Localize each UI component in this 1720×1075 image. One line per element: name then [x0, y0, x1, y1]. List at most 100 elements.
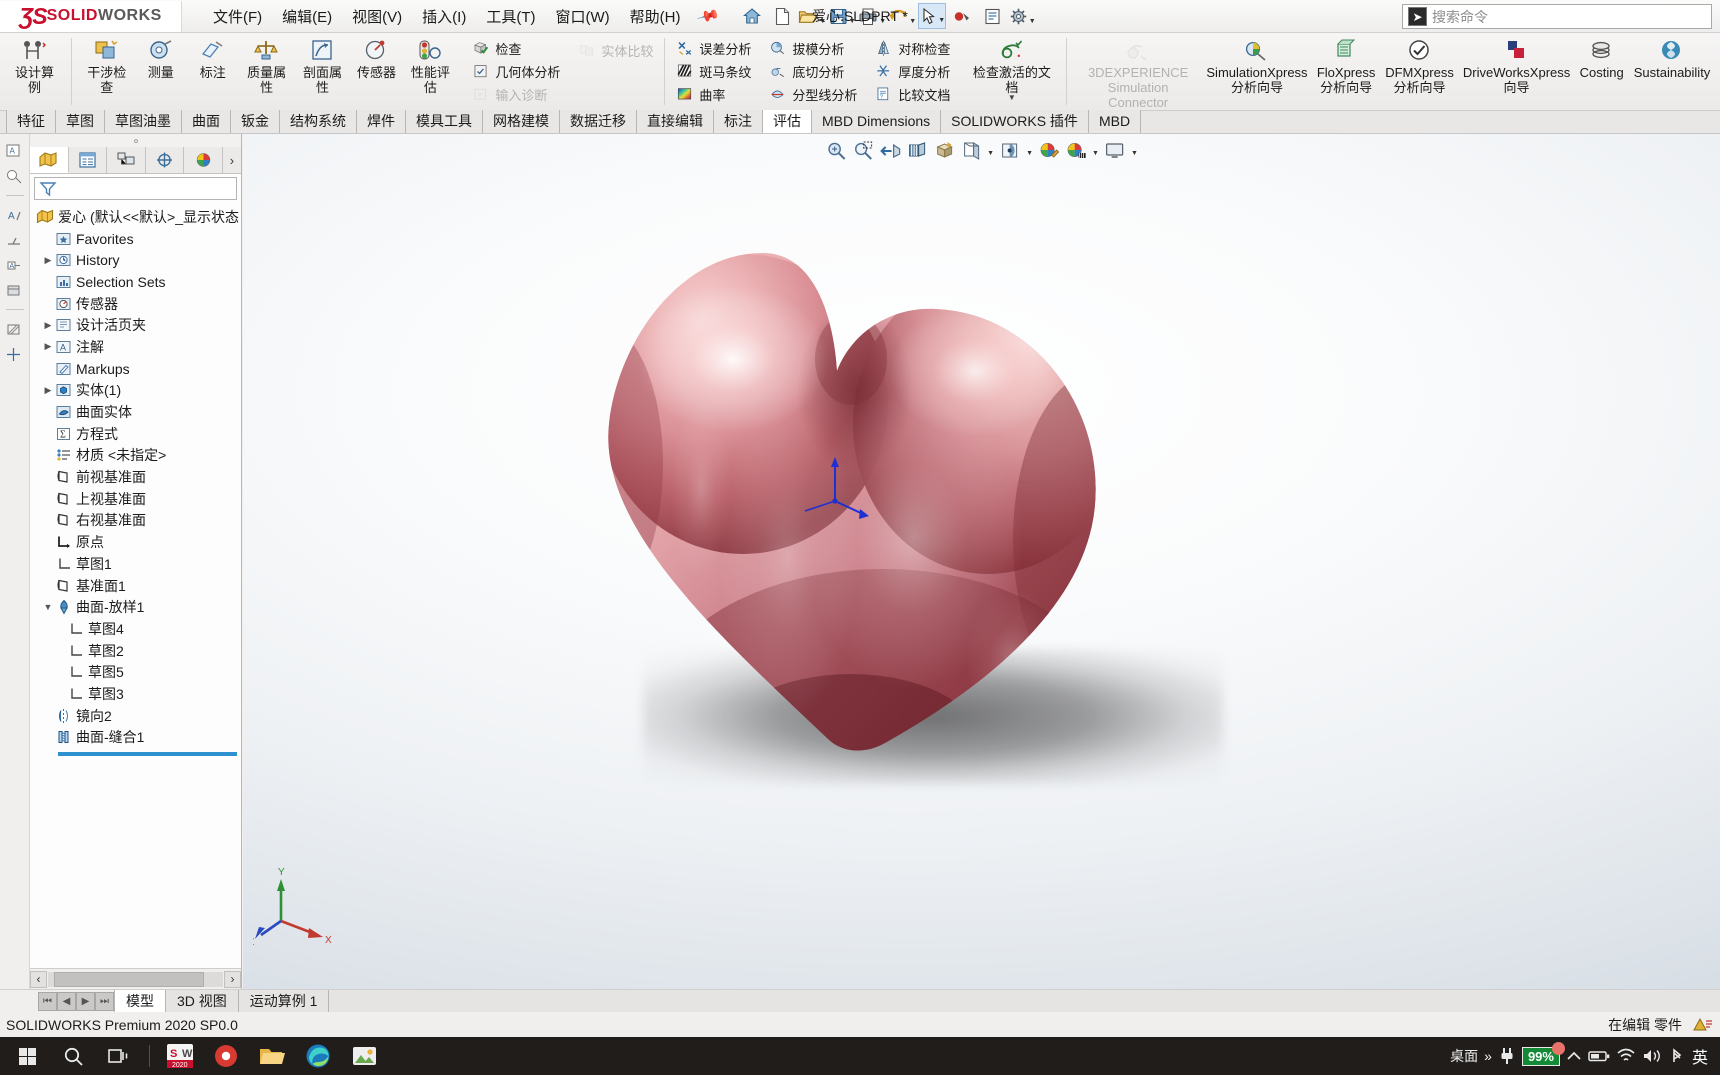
rebuild-icon[interactable]	[948, 3, 976, 29]
battery-status-icon[interactable]	[1588, 1049, 1610, 1063]
photos-app-icon[interactable]	[341, 1037, 387, 1075]
tab-data-migration[interactable]: 数据迁移	[560, 110, 637, 133]
tree-item[interactable]: 前视基准面	[30, 466, 241, 488]
hatch-icon[interactable]	[5, 320, 25, 338]
solidworks-taskbar-icon[interactable]: SW2020	[157, 1037, 203, 1075]
wifi-icon[interactable]	[1616, 1048, 1636, 1064]
print-icon[interactable]: ▼	[858, 3, 886, 29]
deviation-analysis-button[interactable]: 误差分析	[671, 37, 756, 60]
options-dropdown-carat[interactable]: ▼	[1029, 18, 1036, 25]
heart-surface-model[interactable]	[573, 239, 1173, 769]
tab-solidworks-addins[interactable]: SOLIDWORKS 插件	[941, 110, 1089, 133]
hide-show-items-icon[interactable]	[997, 138, 1023, 162]
parting-line-analysis-button[interactable]: 分型线分析	[764, 83, 862, 106]
tree-item[interactable]: ▶实体(1)	[30, 380, 241, 402]
symmetry-check-button[interactable]: 对称检查	[870, 37, 955, 60]
ime-language-label[interactable]: 英	[1692, 1044, 1708, 1068]
driveworksxpress-button[interactable]: DriveWorksXpress向导	[1459, 33, 1575, 110]
bottom-tab-motion-study-1[interactable]: 运动算例 1	[239, 990, 330, 1012]
tree-item[interactable]: Markups	[30, 358, 241, 380]
measure-button[interactable]: 测量	[135, 33, 187, 110]
previous-view-icon[interactable]	[877, 138, 903, 162]
markup-button[interactable]: 标注	[187, 33, 239, 110]
screen-recorder-icon[interactable]	[203, 1037, 249, 1075]
previous-tab-icon[interactable]: ◀	[57, 992, 76, 1011]
simulationxpress-button[interactable]: SimulationXpress分析向导	[1202, 33, 1312, 110]
search-command-box[interactable]: ➤ 搜索命令	[1402, 4, 1712, 29]
display-manager-tab[interactable]	[184, 147, 223, 173]
tree-item[interactable]: 草图1	[30, 553, 241, 575]
datum-feature-icon[interactable]: A	[5, 256, 25, 274]
check-active-doc-dropdown[interactable]: ▼	[1008, 95, 1016, 101]
microsoft-edge-icon[interactable]	[295, 1037, 341, 1075]
apply-scene-icon[interactable]	[1063, 138, 1089, 162]
property-manager-tab[interactable]	[69, 147, 108, 173]
bluetooth-audio-icon[interactable]	[1668, 1047, 1686, 1065]
dimxpert-manager-tab[interactable]	[146, 147, 185, 173]
surface-finish-icon[interactable]: A	[5, 206, 25, 224]
tree-item[interactable]: 右视基准面	[30, 510, 241, 532]
tree-item[interactable]: 材质 <未指定>	[30, 445, 241, 467]
section-view-icon[interactable]	[904, 138, 930, 162]
check-active-document-button[interactable]: 检查激活的文档 ▼	[964, 33, 1059, 110]
interference-detection-button[interactable]: 干涉检查	[79, 33, 135, 110]
tab-sketch[interactable]: 草图	[56, 110, 105, 133]
tree-item[interactable]: 草图2	[30, 640, 241, 662]
section-properties-button[interactable]: 剖面属性	[295, 33, 351, 110]
charging-plug-icon[interactable]	[1498, 1046, 1516, 1066]
hide-show-dropdown[interactable]: ▼	[1024, 150, 1035, 157]
block-icon[interactable]	[5, 281, 25, 299]
tab-direct-editing[interactable]: 直接编辑	[637, 110, 714, 133]
tab-mesh-modeling[interactable]: 网格建模	[483, 110, 560, 133]
chevron-right-icon[interactable]: ▶	[42, 255, 54, 266]
display-style-icon[interactable]	[958, 138, 984, 162]
select-dropdown-carat[interactable]: ▼	[938, 17, 945, 24]
view-orientation-icon[interactable]	[931, 138, 957, 162]
tab-mbd-dimensions[interactable]: MBD Dimensions	[812, 110, 941, 133]
open-document-icon[interactable]: ▼	[798, 3, 826, 29]
tree-root-item[interactable]: 爱心 (默认<<默认>_显示状态	[30, 206, 241, 228]
tree-item[interactable]: ▶History	[30, 249, 241, 271]
view-settings-icon[interactable]	[1102, 138, 1128, 162]
feature-manager-tab[interactable]	[30, 147, 69, 173]
pin-menu-icon[interactable]: 📌	[696, 4, 721, 29]
chevron-right-icon[interactable]: ▶	[42, 385, 54, 396]
tree-item[interactable]: 原点	[30, 531, 241, 553]
file-properties-icon[interactable]	[978, 3, 1006, 29]
chevron-down-icon[interactable]: ▼	[42, 602, 54, 612]
tree-item[interactable]: Selection Sets	[30, 271, 241, 293]
home-icon[interactable]	[738, 3, 766, 29]
draft-analysis-button[interactable]: 拔模分析	[764, 37, 862, 60]
tree-item[interactable]: 草图5	[30, 661, 241, 683]
tree-item[interactable]: 草图4	[30, 618, 241, 640]
compare-documents-button[interactable]: ?比较文档	[870, 83, 955, 106]
bottom-tab-model[interactable]: 模型	[114, 990, 166, 1012]
tab-annotation[interactable]: 标注	[714, 110, 763, 133]
tree-item[interactable]: Σ方程式	[30, 423, 241, 445]
sustainability-button[interactable]: Sustainability	[1629, 33, 1715, 110]
tree-item[interactable]: 曲面-缝合1	[30, 727, 241, 749]
task-view-icon[interactable]	[96, 1037, 142, 1075]
tree-item[interactable]: 传感器	[30, 293, 241, 315]
graphics-viewport[interactable]: ▼ ▼ ▼ ▼	[243, 134, 1720, 989]
center-mark-icon[interactable]	[5, 345, 25, 363]
configuration-manager-tab[interactable]	[107, 147, 146, 173]
battery-percent-badge[interactable]: 99%	[1522, 1047, 1560, 1066]
curvature-button[interactable]: 曲率	[671, 83, 756, 106]
zoom-to-area-icon[interactable]	[850, 138, 876, 162]
chevron-double-right-icon[interactable]: »	[1484, 1048, 1492, 1064]
menu-tools[interactable]: 工具(T)	[477, 2, 544, 31]
geometry-analysis-button[interactable]: 几何体分析	[467, 60, 565, 83]
edit-appearance-icon[interactable]	[1036, 138, 1062, 162]
open-dropdown-carat[interactable]: ▼	[819, 18, 826, 25]
file-explorer-icon[interactable]	[249, 1037, 295, 1075]
undo-dropdown-carat[interactable]: ▼	[909, 18, 916, 25]
print-dropdown-carat[interactable]: ▼	[879, 18, 886, 25]
select-icon[interactable]: ▼	[918, 3, 946, 29]
menu-help[interactable]: 帮助(H)	[621, 2, 690, 31]
scrollbar-thumb[interactable]	[54, 972, 204, 987]
apply-scene-dropdown[interactable]: ▼	[1090, 150, 1101, 157]
new-document-icon[interactable]	[768, 3, 796, 29]
scrollbar-track[interactable]	[48, 972, 223, 987]
menu-file[interactable]: 文件(F)	[204, 2, 271, 31]
